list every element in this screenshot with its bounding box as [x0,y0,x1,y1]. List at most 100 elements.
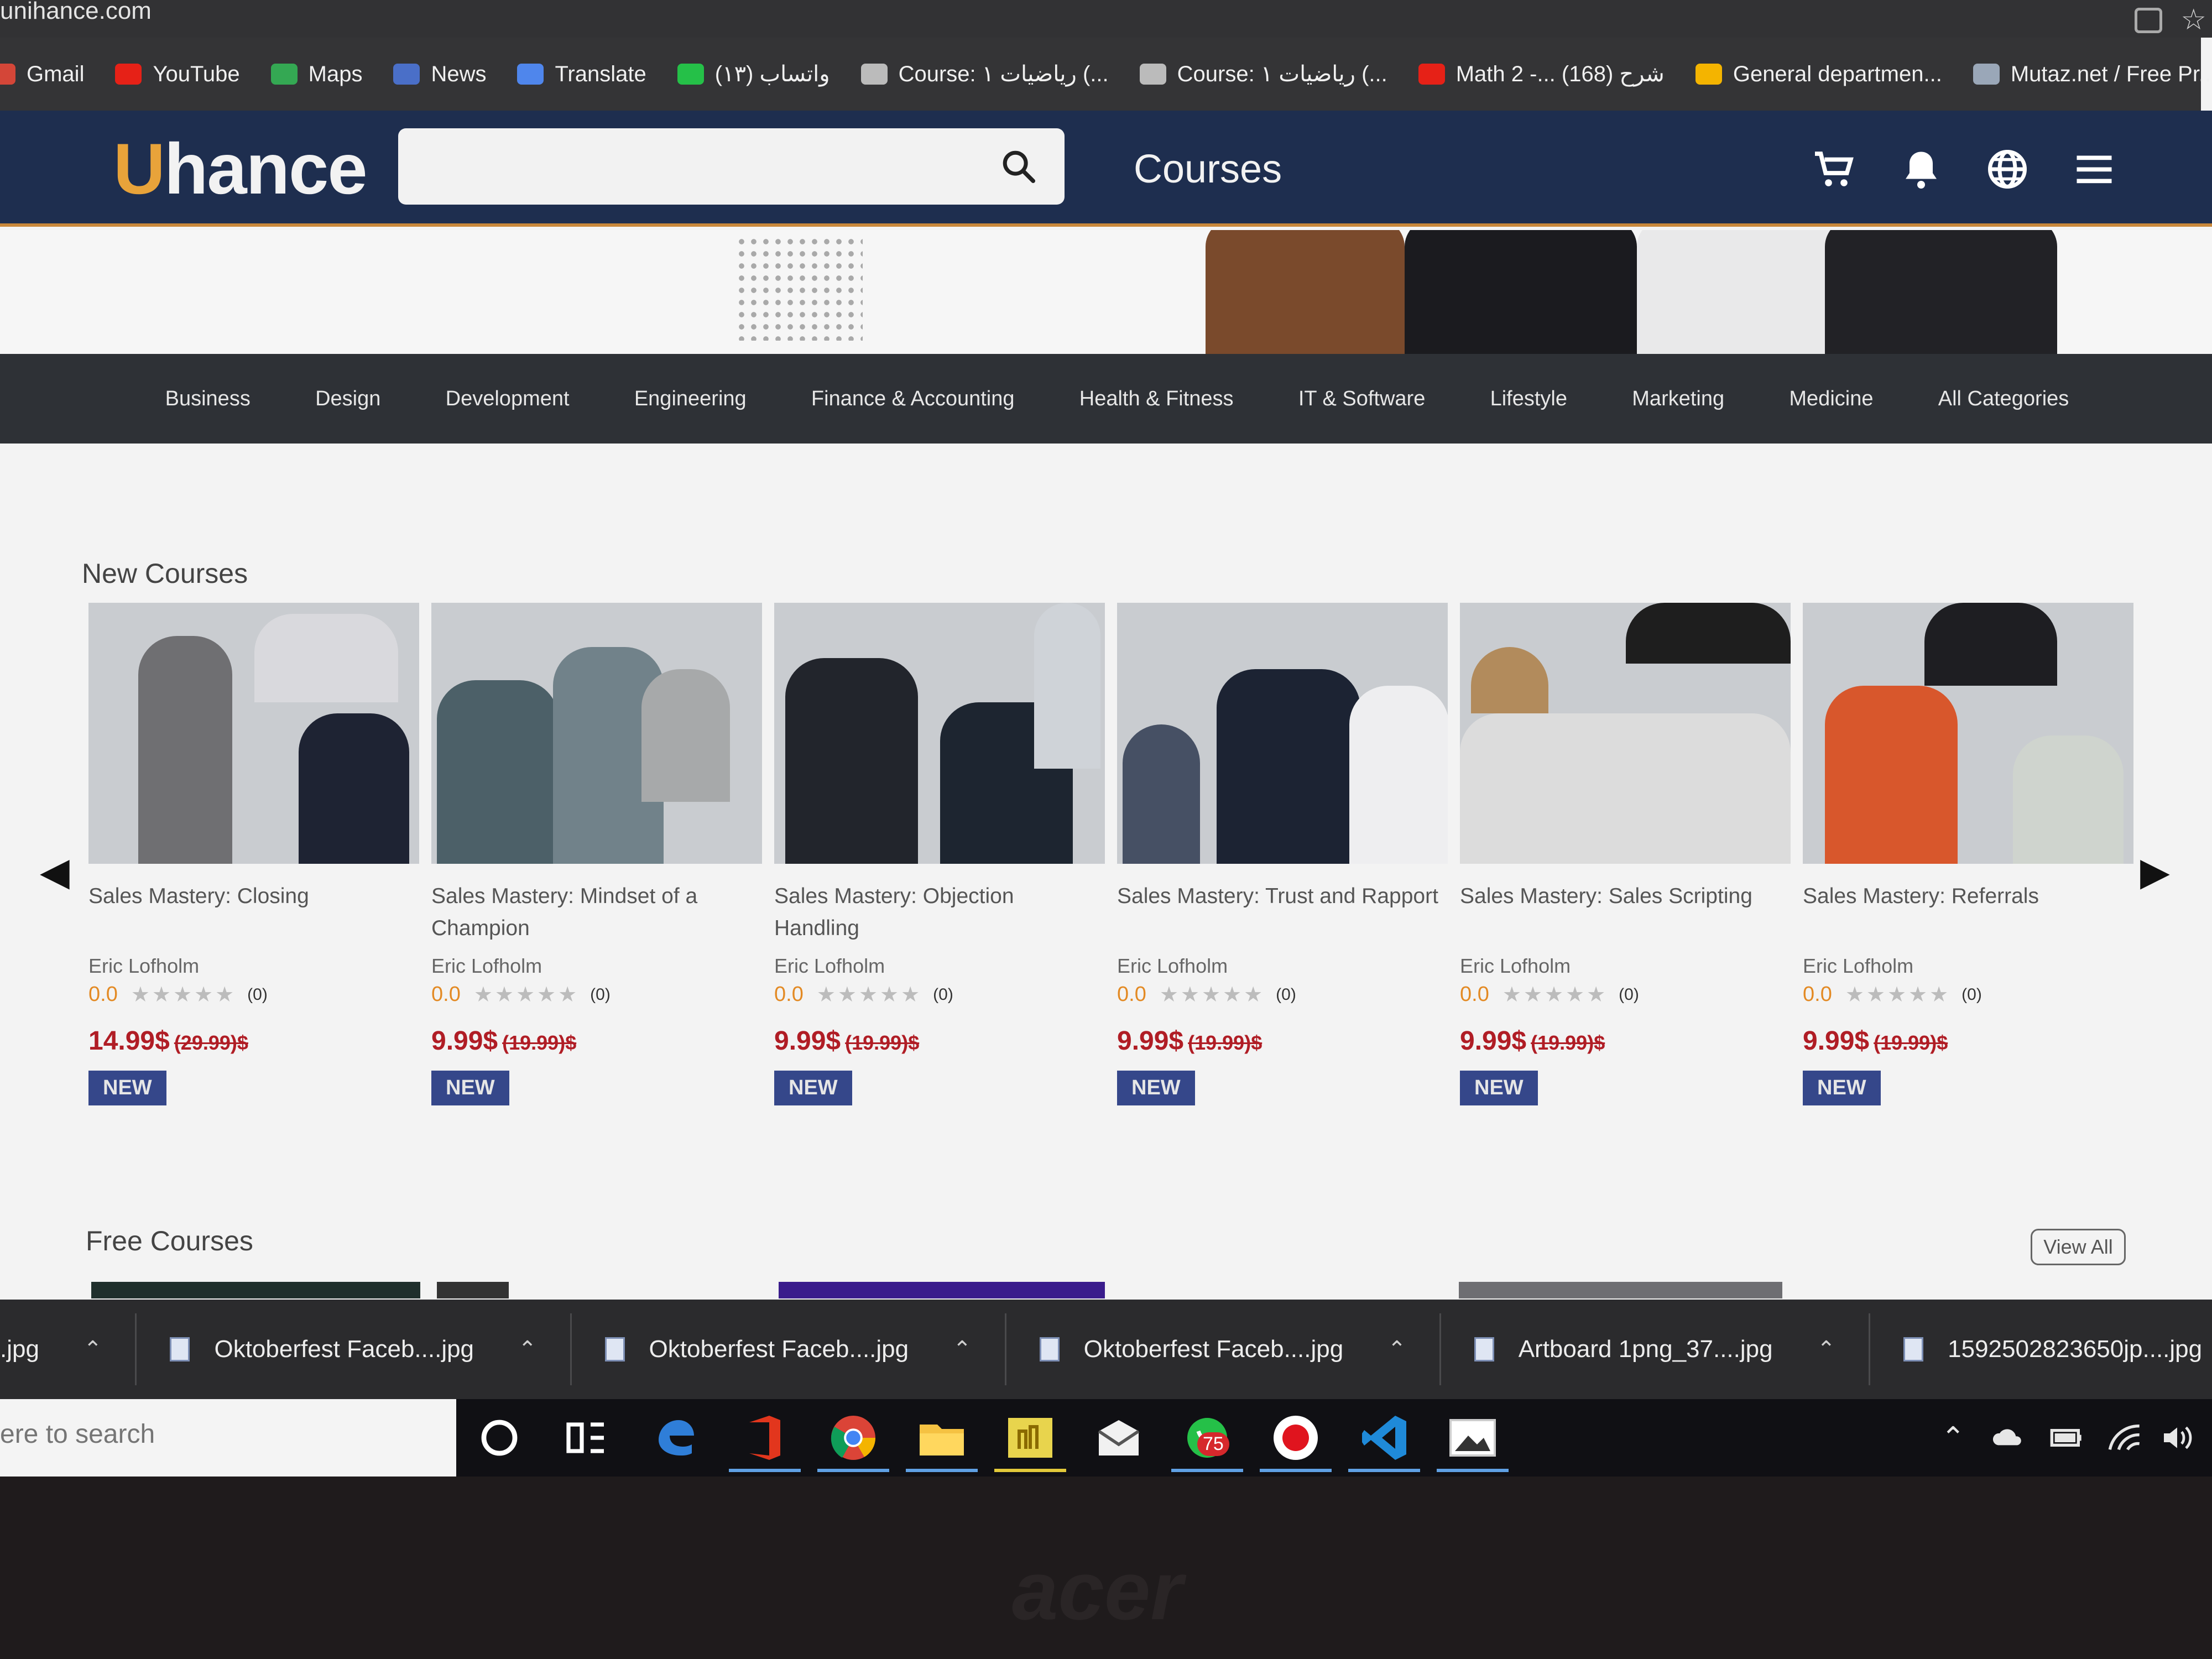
cart-icon[interactable] [1811,146,1858,192]
mutaz-icon [1973,64,2000,85]
download-item[interactable]: Oktoberfest Faceb....jpg ⌃ [572,1313,1006,1385]
course-thumbnail[interactable] [1117,603,1448,864]
free-course-thumb[interactable] [91,1282,420,1298]
bookmark-item[interactable]: Math 2 -... شرح (168) [1418,61,1665,87]
course-card[interactable]: Sales Mastery: Objection Handling Eric Lo… [774,603,1105,1105]
free-course-thumb[interactable] [1459,1282,1782,1298]
tray-overflow-icon[interactable]: ⌃ [1941,1421,1965,1454]
menu-icon[interactable] [2071,146,2117,192]
cortana-icon[interactable] [473,1411,526,1464]
course-title[interactable]: Sales Mastery: Trust and Rapport [1117,880,1448,951]
courses-link[interactable]: Courses [1134,147,1282,192]
category-link[interactable]: Marketing [1632,387,1724,411]
category-link[interactable]: Lifestyle [1490,387,1567,411]
thumbnail-figure [254,614,398,702]
mail-icon[interactable] [1092,1411,1145,1464]
volume-icon[interactable] [2159,1420,2195,1455]
course-author: Eric Lofholm [431,954,542,977]
extension-icon[interactable] [2135,8,2162,33]
download-item[interactable]: Oktoberfest Faceb....jpg ⌃ [137,1313,572,1385]
free-course-thumb[interactable] [437,1282,509,1298]
bookmark-item[interactable]: YouTube [115,62,240,87]
download-item[interactable]: Oktoberfest Faceb....jpg ⌃ [1006,1313,1441,1385]
course-title[interactable]: Sales Mastery: Mindset of a Champion [431,880,762,951]
screen: unihance.com ☆ Gmail YouTube Maps News Trans… [0,0,2212,1477]
course-thumbnail[interactable] [1460,603,1791,864]
taskbar-search[interactable] [0,1399,456,1477]
taskbar-search-input[interactable] [0,1419,442,1449]
address-bar[interactable]: unihance.com ☆ [0,0,2212,38]
course-card[interactable]: Sales Mastery: Closing Eric Lofholm 0.0 ★★★… [88,603,419,1105]
category-link[interactable]: Engineering [634,387,747,411]
course-thumbnail[interactable] [431,603,762,864]
bookmark-item[interactable]: Course: رياضيات ١ (... [1139,61,1387,87]
bell-icon[interactable] [1898,146,1944,192]
download-filename: Oktoberfest Faceb....jpg [649,1335,909,1363]
search-input[interactable] [415,139,968,192]
photo-app-icon[interactable] [1004,1411,1057,1464]
category-link[interactable]: Finance & Accounting [811,387,1015,411]
search-icon[interactable] [999,147,1038,186]
download-item[interactable]: .jpg ⌃ [0,1313,137,1385]
course-title[interactable]: Sales Mastery: Sales Scripting [1460,880,1791,951]
url-text[interactable]: unihance.com [0,0,152,23]
course-card[interactable]: Sales Mastery: Sales Scripting Eric Lofho… [1460,603,1791,1105]
course-thumbnail[interactable] [88,603,419,864]
course-card[interactable]: Sales Mastery: Trust and Rapport Eric Lof… [1117,603,1448,1105]
bookmark-item[interactable]: Course: رياضيات ١ (... [860,61,1109,87]
course-title[interactable]: Sales Mastery: Closing [88,880,419,951]
download-menu-icon[interactable]: ⌃ [1817,1337,1836,1362]
bookmark-item[interactable]: News [393,62,486,87]
file-explorer-icon[interactable] [915,1411,968,1464]
wifi-icon[interactable] [2107,1420,2142,1455]
carousel-next-icon[interactable]: ▶ [2140,849,2170,894]
bookmark-item[interactable]: Gmail [0,62,84,87]
course-thumbnail[interactable] [1803,603,2133,864]
category-link[interactable]: All Categories [1938,387,2069,411]
category-link[interactable]: Health & Fitness [1079,387,1234,411]
bookmark-item[interactable]: واتساب (١٣) [677,61,830,87]
bookmark-label: Maps [308,61,363,86]
course-thumbnail[interactable] [774,603,1105,864]
battery-icon[interactable] [2049,1420,2084,1455]
onedrive-icon[interactable] [1991,1420,2026,1455]
vscode-icon[interactable] [1358,1411,1411,1464]
download-item[interactable]: Artboard 1png_37....jpg ⌃ [1441,1313,1871,1385]
edge-icon[interactable] [650,1411,703,1464]
course-card[interactable]: Sales Mastery: Mindset of a Champion Eric… [431,603,762,1105]
globe-icon[interactable] [1984,146,2031,192]
screen-recorder-icon[interactable] [1269,1411,1322,1464]
bookmark-item[interactable]: Translate [517,62,646,87]
download-item[interactable]: 1592502823650jp....jpg⌃ [1870,1313,2212,1385]
free-course-thumb[interactable] [779,1282,1105,1298]
course-title[interactable]: Sales Mastery: Referrals [1803,880,2133,951]
bookmark-item[interactable]: Maps [270,61,363,87]
chrome-icon[interactable] [827,1411,880,1464]
category-link[interactable]: Business [165,387,251,411]
current-price: 9.99$ [431,1026,498,1056]
view-all-button[interactable]: View All [2031,1229,2126,1265]
photos-icon[interactable] [1446,1411,1499,1464]
task-view-icon[interactable] [560,1411,613,1464]
course-price: 9.99$ (19.99)$ [1117,1026,1448,1056]
search-box[interactable] [398,128,1065,205]
category-link[interactable]: Medicine [1789,387,1873,411]
course-author: Eric Lofholm [88,954,200,977]
bookmark-item[interactable]: General departmen... [1695,62,1942,87]
download-menu-icon[interactable]: ⌃ [953,1337,972,1362]
category-link[interactable]: Development [446,387,570,411]
category-link[interactable]: IT & Software [1298,387,1426,411]
original-price: (19.99)$ [502,1031,577,1054]
bookmark-item[interactable]: Mutaz.net / Free Pr... [1973,62,2212,87]
course-card[interactable]: Sales Mastery: Referrals Eric Lofholm 0.0 ★… [1803,603,2133,1105]
office-icon[interactable] [738,1411,791,1464]
bookmark-star-icon[interactable]: ☆ [2180,3,2206,36]
bookmark-label: واتساب (١٣) [714,62,830,86]
category-link[interactable]: Design [315,387,380,411]
site-logo[interactable]: Uhance [113,127,368,210]
download-menu-icon[interactable]: ⌃ [1387,1337,1406,1362]
download-menu-icon[interactable]: ⌃ [518,1337,537,1362]
course-title[interactable]: Sales Mastery: Objection Handling [774,880,1105,951]
download-menu-icon[interactable]: ⌃ [84,1337,102,1362]
carousel-prev-icon[interactable]: ◀ [40,849,70,894]
